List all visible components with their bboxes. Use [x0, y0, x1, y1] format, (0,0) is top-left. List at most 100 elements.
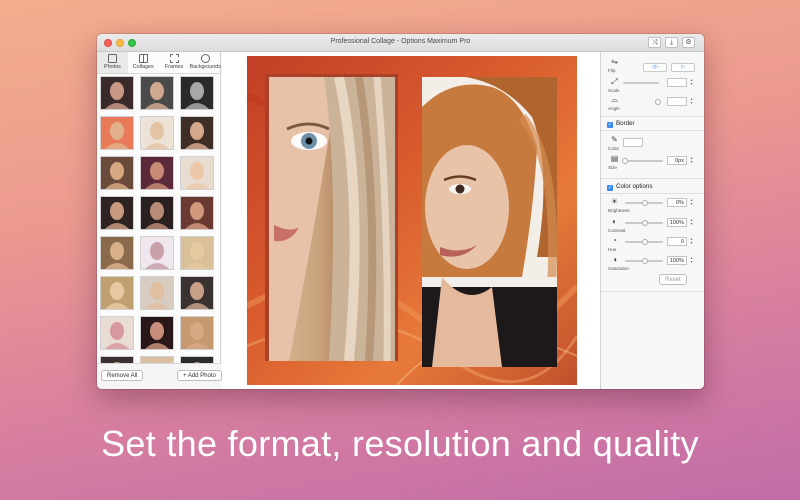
hue-stepper[interactable]: ▴ ▾ — [689, 237, 694, 246]
size-slider[interactable] — [627, 160, 663, 162]
photo-thumbnail[interactable] — [180, 276, 214, 310]
tab-backgrounds-label: Backgrounds — [189, 64, 221, 70]
angle-stepper[interactable]: ▴ ▾ — [689, 97, 694, 106]
collage-photo-right[interactable] — [422, 77, 557, 367]
download-icon: ⤓ — [669, 39, 674, 46]
contrast-stepper[interactable]: ▴ ▾ — [689, 218, 694, 227]
brightness-knob[interactable] — [642, 200, 648, 206]
scale-icon: ⤢ — [611, 77, 618, 86]
saturation-knob[interactable] — [642, 258, 648, 264]
saturation-stepper[interactable]: ▴ ▾ — [689, 256, 694, 265]
left-panel: Photos Collages Frames Backgrounds Remov… — [97, 52, 222, 389]
shuffle-icon: ⤨ — [651, 39, 658, 46]
brightness-field[interactable]: 0% — [667, 198, 687, 207]
brightness-stepper[interactable]: ▴ ▾ — [689, 198, 694, 207]
photo-grid — [97, 76, 221, 363]
app-window: Professional Collage - Options Maximum P… — [97, 34, 704, 389]
left-panel-footer: Remove All + Add Photo — [97, 363, 222, 389]
size-field[interactable]: 0px — [667, 156, 687, 165]
brightness-label: Brightness — [608, 208, 630, 213]
border-checkbox[interactable]: ✓ — [607, 122, 613, 128]
tab-photos[interactable]: Photos — [97, 52, 128, 73]
gear-icon: ⚙ — [685, 39, 692, 46]
settings-button[interactable]: ⚙ — [682, 37, 695, 48]
angle-field[interactable] — [667, 97, 687, 106]
saturation-label: Saturation — [608, 266, 629, 271]
collage-photo-left[interactable] — [269, 77, 395, 361]
photo-thumbnail[interactable] — [100, 316, 134, 350]
photo-thumbnail[interactable] — [180, 196, 214, 230]
angle-icon: ⌓ — [611, 95, 618, 104]
divider — [601, 193, 704, 194]
tab-backgrounds[interactable]: Backgrounds — [190, 52, 221, 73]
tab-collages[interactable]: Collages — [128, 52, 159, 73]
scale-label: Scale — [608, 88, 620, 93]
add-photo-button[interactable]: + Add Photo — [177, 370, 222, 381]
photo-thumbnail[interactable] — [140, 316, 174, 350]
hue-label: Hue — [608, 247, 617, 252]
divider — [601, 116, 704, 117]
tab-frames-label: Frames — [164, 64, 184, 70]
size-icon: ▤ — [610, 154, 619, 163]
border-label: Border — [616, 120, 635, 127]
hue-knob[interactable] — [642, 239, 648, 245]
photo-thumbnail[interactable] — [180, 156, 214, 190]
photo-thumbnail[interactable] — [180, 116, 214, 150]
scale-slider[interactable] — [623, 82, 659, 84]
photo-thumbnail[interactable] — [140, 276, 174, 310]
photo-thumbnail[interactable] — [140, 236, 174, 270]
divider — [601, 178, 704, 179]
photo-thumbnail[interactable] — [100, 196, 134, 230]
photo-thumbnail[interactable] — [100, 356, 134, 363]
color-label: Color — [608, 146, 619, 151]
photo-thumbnail[interactable] — [100, 236, 134, 270]
flip-vertical-button[interactable]: ▷ — [671, 63, 695, 72]
remove-all-button[interactable]: Remove All — [101, 370, 144, 381]
tab-frames[interactable]: Frames — [159, 52, 190, 73]
backgrounds-icon — [200, 54, 210, 63]
photo-thumbnail[interactable] — [140, 356, 174, 363]
tab-photos-label: Photos — [104, 64, 121, 70]
photo-thumbnail[interactable] — [180, 236, 214, 270]
photo-thumbnail[interactable] — [140, 76, 174, 110]
tab-collages-label: Collages — [132, 64, 154, 70]
brightness-icon: ☀ — [610, 197, 619, 206]
contrast-icon: ◐ — [612, 217, 617, 226]
scale-field[interactable] — [667, 78, 687, 87]
saturation-icon: ◑ — [612, 255, 617, 264]
border-toggle[interactable]: ✓ Border — [607, 120, 635, 128]
size-label: Size — [608, 165, 617, 170]
photo-thumbnail[interactable] — [180, 356, 214, 363]
photo-thumbnail[interactable] — [140, 196, 174, 230]
hue-field[interactable]: 0 — [667, 237, 687, 246]
color-options-checkbox[interactable]: ✓ — [607, 185, 613, 191]
panel-tabs: Photos Collages Frames Backgrounds — [97, 52, 221, 74]
divider — [601, 291, 704, 292]
reset-button[interactable]: Reset — [659, 274, 687, 285]
contrast-field[interactable]: 100% — [667, 218, 687, 227]
photo-thumbnail[interactable] — [180, 76, 214, 110]
photo-thumbnail[interactable] — [140, 116, 174, 150]
right-panel: ⇋ Flip ◁▷ ▷ ⤢ Scale ▴ ▾ ⌓ Angle ▴ ▾ ✓ Borde… — [600, 52, 704, 389]
border-color-well[interactable] — [623, 138, 643, 147]
photo-thumbnail[interactable] — [100, 156, 134, 190]
saturation-field[interactable]: 100% — [667, 256, 687, 265]
shuffle-button[interactable]: ⤨ — [648, 37, 661, 48]
photo-thumbnail[interactable] — [140, 156, 174, 190]
color-options-toggle[interactable]: ✓ Color options — [607, 183, 652, 191]
angle-knob[interactable] — [655, 99, 661, 105]
collage-canvas[interactable] — [247, 56, 577, 385]
contrast-knob[interactable] — [642, 220, 648, 226]
scale-stepper[interactable]: ▴ ▾ — [689, 78, 694, 87]
canvas-area — [222, 52, 600, 389]
angle-label: Angle — [608, 106, 620, 111]
flip-horizontal-button[interactable]: ◁▷ — [643, 63, 667, 72]
photos-icon — [107, 54, 117, 63]
photo-thumbnail[interactable] — [100, 76, 134, 110]
photo-thumbnail[interactable] — [180, 316, 214, 350]
photo-thumbnail[interactable] — [100, 276, 134, 310]
collages-icon — [138, 54, 148, 63]
photo-thumbnail[interactable] — [100, 116, 134, 150]
export-button[interactable]: ⤓ — [665, 37, 678, 48]
size-stepper[interactable]: ▴ ▾ — [689, 156, 694, 165]
